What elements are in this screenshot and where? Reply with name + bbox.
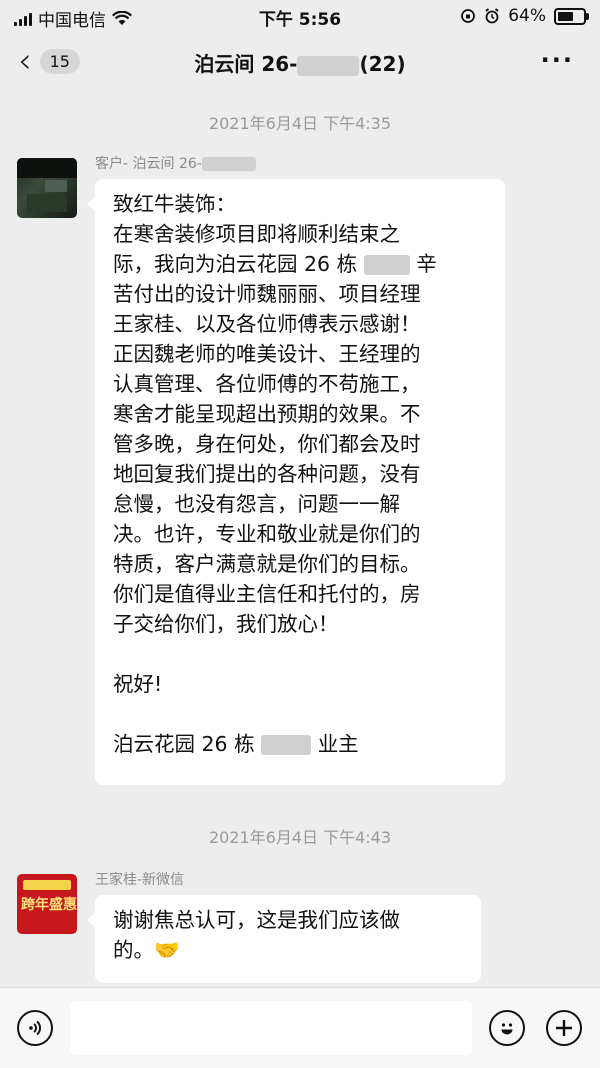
- voice-button[interactable]: [17, 1010, 53, 1046]
- redacted-block: [201, 157, 256, 171]
- message-line: 在寒舍装修项目即将顺利结束之: [113, 222, 400, 246]
- message-line: 王家桂、以及各位师傅表示感谢！: [113, 312, 421, 336]
- avatar-text: 跨年盛惠: [21, 897, 77, 913]
- message-line: 致红牛装饰：: [113, 192, 236, 216]
- message-line: 正因魏老师的唯美设计、王经理的: [113, 342, 421, 366]
- avatar-photo: [17, 158, 77, 212]
- message-line: 认真管理、各位师傅的不苟施工，: [113, 372, 421, 396]
- message-bubble[interactable]: 致红牛装饰： 在寒舍装修项目即将顺利结束之 际，我向为泊云花园 26 栋 辛 苦…: [87, 179, 505, 785]
- rotation-lock-icon: [461, 9, 476, 23]
- battery-icon: [554, 7, 589, 25]
- message-bubble[interactable]: 谢谢焦总认可，这是我们应该做 的。🤝: [87, 895, 481, 983]
- sender-name: 客户- 泊云间 26-: [95, 153, 256, 173]
- chat-title: 泊云间 26- (22): [0, 48, 600, 77]
- redacted-block: [297, 55, 360, 76]
- emoji-icon: [501, 1023, 513, 1035]
- message-line: 际，我向为泊云花园 26 栋 辛: [113, 249, 491, 279]
- message-line: 泊云花园 26 栋 业主: [113, 729, 491, 759]
- message-text: 业主: [317, 732, 359, 756]
- voice-icon: [29, 1020, 41, 1036]
- member-count: (22): [359, 52, 406, 76]
- message-line: 苦付出的设计师魏丽丽、项目经理: [113, 282, 421, 306]
- emoji-button[interactable]: [489, 1010, 525, 1046]
- sender-name: 王家桂-新微信: [95, 872, 185, 888]
- message-line: 谢谢焦总认可，这是我们应该做: [113, 908, 400, 932]
- message-timestamp: 2021年6月4日 下午4:43: [208, 828, 392, 847]
- message-text: 辛: [416, 252, 437, 276]
- more-options-button[interactable]: ···: [541, 46, 574, 74]
- battery-percent: 64%: [508, 6, 546, 26]
- message-text: 泊云花园 26 栋: [113, 732, 255, 756]
- input-bar: [0, 987, 600, 1068]
- more-functions-button[interactable]: [546, 1010, 582, 1046]
- message-timestamp: 2021年6月4日 下午4:35: [208, 114, 392, 133]
- status-right: 64%: [460, 6, 589, 26]
- chat-header: ‹ 15 泊云间 26- (22) ···: [0, 34, 600, 90]
- message-line: 祝好!: [113, 672, 163, 696]
- logo: [23, 880, 71, 890]
- message-line: 特质，客户满意就是你们的目标。: [113, 552, 421, 576]
- message-line: 子交给你们，我们放心！: [113, 612, 339, 636]
- alarm-icon: [485, 8, 499, 24]
- message-line: 你们是值得业主信任和托付的，房: [113, 582, 421, 606]
- redacted-block: [261, 735, 312, 755]
- message-line: 管多晚，身在何处，你们都会及时: [113, 432, 421, 456]
- chat-title-prefix: 泊云间 26-: [194, 52, 298, 76]
- avatar[interactable]: [17, 158, 77, 218]
- message-input[interactable]: [70, 1001, 472, 1055]
- status-bar: 中国电信 下午 5:56 64%: [0, 0, 600, 34]
- message-text: 际，我向为泊云花园 26 栋: [113, 252, 358, 276]
- message-line: 地回复我们提出的各种问题，没有: [113, 462, 421, 486]
- message-line: 决。也许，专业和敬业就是你们的: [113, 522, 421, 546]
- sender-name-text: 客户- 泊云间 26-: [95, 156, 202, 172]
- redacted-block: [363, 255, 410, 275]
- message-line: 寒舍才能呈现超出预期的效果。不: [113, 402, 421, 426]
- plus-icon: [556, 1020, 572, 1036]
- message-line: 怠慢，也没有怨言，问题一一解: [113, 492, 400, 516]
- message-line: 的。🤝: [113, 938, 180, 962]
- avatar[interactable]: 跨年盛惠: [17, 874, 77, 934]
